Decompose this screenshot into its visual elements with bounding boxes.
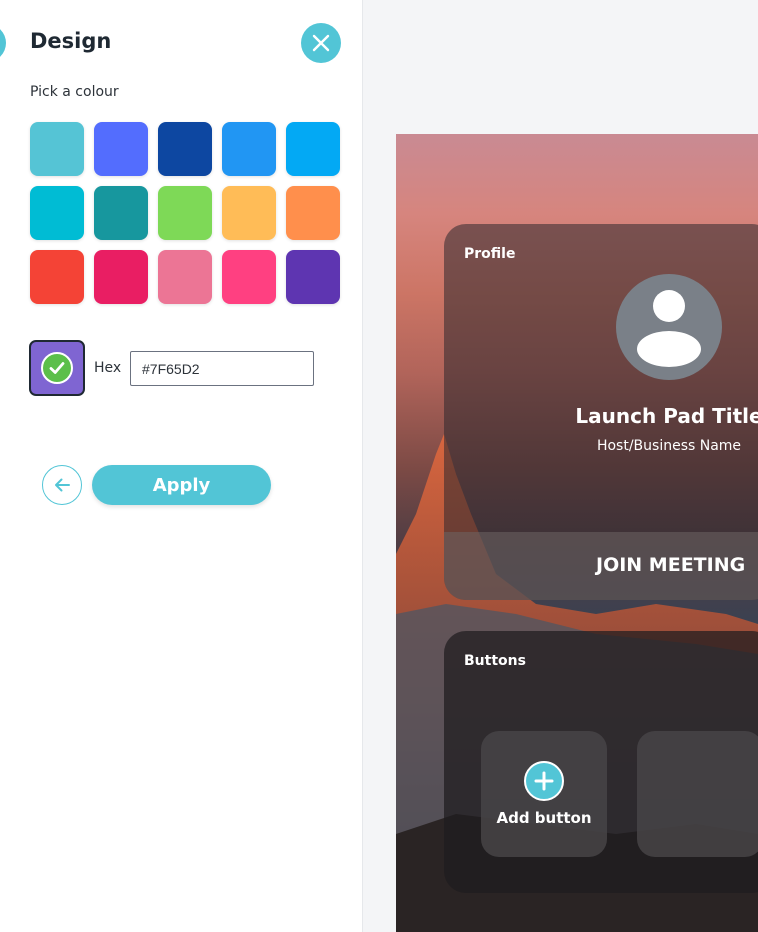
panel-edge-tab (0, 24, 6, 62)
pick-colour-label: Pick a colour (30, 84, 119, 100)
colour-swatch[interactable] (158, 250, 212, 304)
profile-label: Profile (464, 246, 516, 262)
colour-swatch-grid (30, 122, 340, 304)
launch-pad-title: Launch Pad Title (575, 404, 758, 428)
plus-icon (524, 761, 564, 801)
colour-swatch[interactable] (222, 122, 276, 176)
apply-button[interactable]: Apply (92, 465, 271, 505)
colour-swatch[interactable] (222, 186, 276, 240)
add-button-label: Add button (496, 809, 592, 827)
hex-label: Hex (94, 360, 122, 376)
colour-swatch[interactable] (30, 186, 84, 240)
colour-swatch[interactable] (286, 186, 340, 240)
empty-button-tile (637, 731, 758, 857)
arrow-left-icon (55, 478, 70, 492)
colour-swatch[interactable] (30, 122, 84, 176)
panel-title: Design (30, 29, 112, 53)
colour-swatch[interactable] (286, 250, 340, 304)
colour-swatch[interactable] (30, 250, 84, 304)
hex-input[interactable] (130, 351, 314, 386)
profile-card: Profile Launch Pad Title Host/Business N… (444, 224, 758, 600)
join-meeting-label: JOIN MEETING (596, 554, 746, 576)
design-panel: Design Pick a colour Hex Apply (0, 0, 363, 932)
close-button[interactable] (301, 23, 341, 63)
colour-swatch[interactable] (286, 122, 340, 176)
user-icon (616, 274, 722, 380)
colour-swatch[interactable] (94, 186, 148, 240)
close-icon (312, 34, 330, 52)
colour-swatch[interactable] (94, 122, 148, 176)
colour-swatch[interactable] (158, 122, 212, 176)
check-icon (41, 352, 73, 384)
buttons-label: Buttons (464, 653, 526, 669)
join-meeting-button[interactable]: JOIN MEETING (444, 532, 758, 600)
selected-colour-swatch[interactable] (29, 340, 85, 396)
buttons-card: Buttons Add button (444, 631, 758, 893)
add-button-tile[interactable]: Add button (481, 731, 607, 857)
host-business-name: Host/Business Name (596, 438, 742, 454)
back-button[interactable] (42, 465, 82, 505)
colour-swatch[interactable] (94, 250, 148, 304)
colour-swatch[interactable] (158, 186, 212, 240)
launch-pad-preview: Profile Launch Pad Title Host/Business N… (396, 134, 758, 932)
colour-swatch[interactable] (222, 250, 276, 304)
